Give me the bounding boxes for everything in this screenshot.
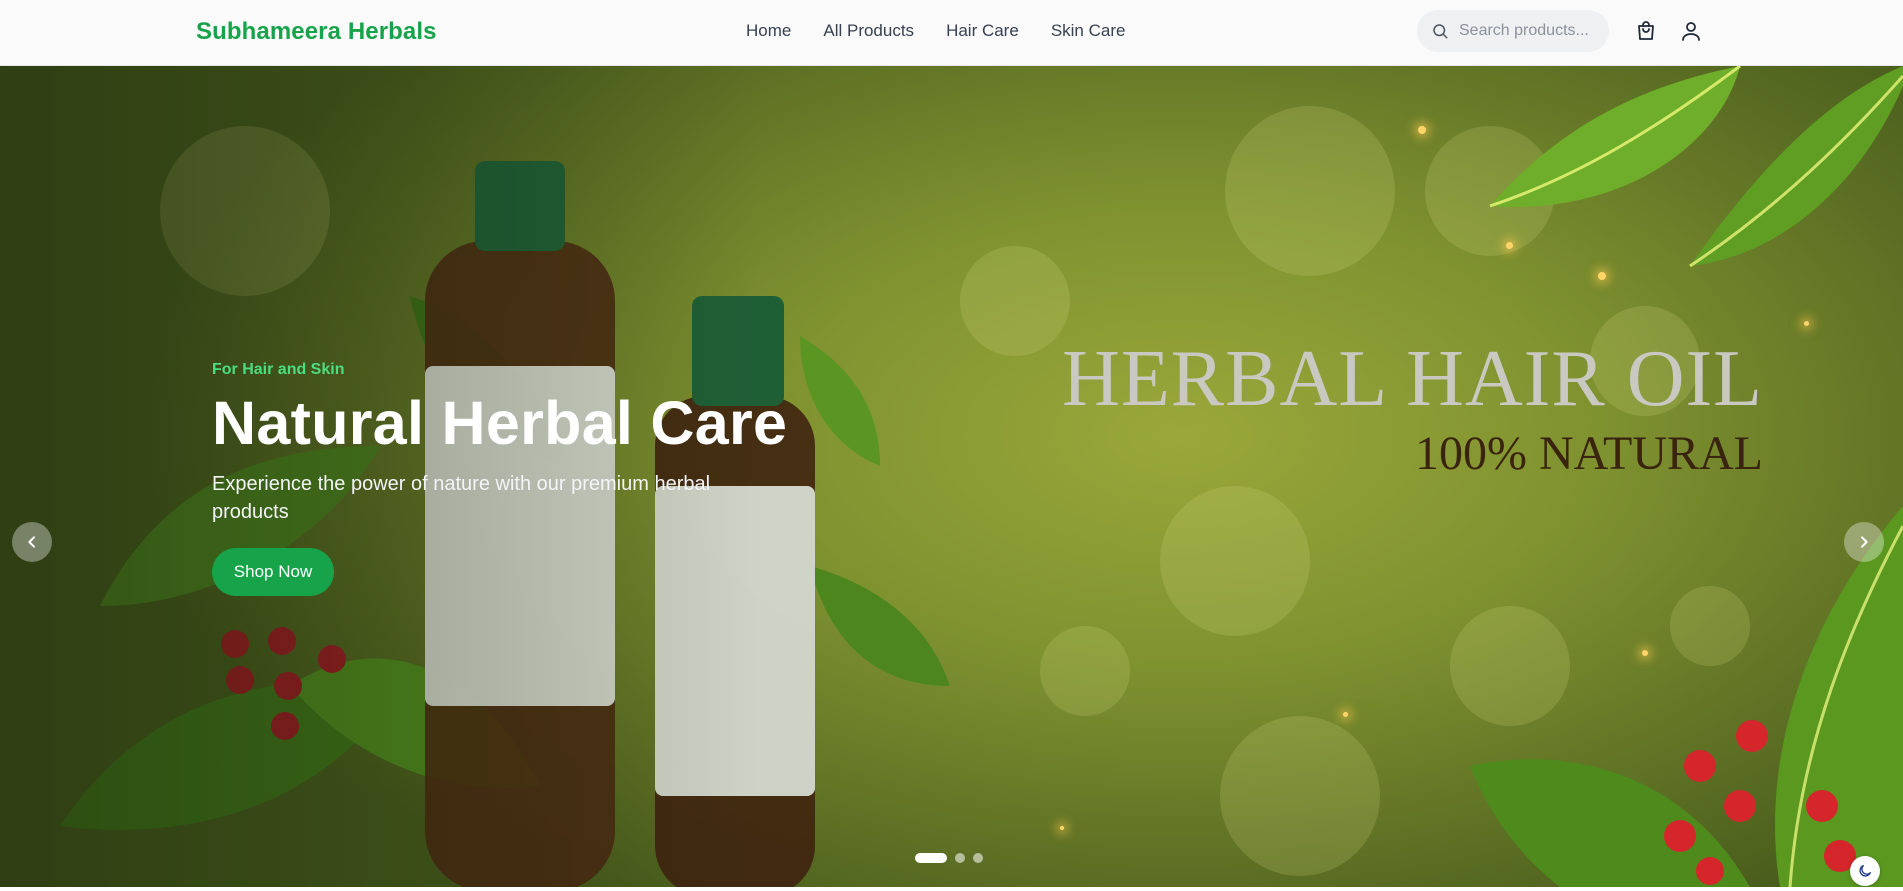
nav-item-hair-care[interactable]: Hair Care: [946, 21, 1019, 41]
hero-subtitle: Experience the power of nature with our …: [212, 473, 711, 523]
chevron-right-icon: [1861, 536, 1868, 548]
search-icon: [1433, 24, 1448, 39]
site-header: Subhameera Herbals Home All Products Hai…: [0, 0, 1903, 66]
carousel-dot[interactable]: [955, 853, 965, 863]
shop-now-button[interactable]: Shop Now: [212, 548, 334, 596]
chevron-left-icon: [28, 536, 35, 548]
brand-logo[interactable]: Subhameera Herbals: [196, 18, 437, 46]
theme-toggle-button[interactable]: [1850, 856, 1880, 886]
hero-kicker: For Hair and Skin: [212, 361, 345, 378]
carousel-dot[interactable]: [973, 853, 983, 863]
moon-icon: [1859, 865, 1871, 877]
search-box[interactable]: [1417, 10, 1609, 52]
nav-item-home[interactable]: Home: [746, 21, 791, 41]
carousel-prev-button[interactable]: [12, 522, 52, 562]
banner-tagline: 100% NATURAL: [1415, 427, 1763, 480]
carousel-dot[interactable]: [915, 853, 947, 863]
hero-title: Natural Herbal Care: [212, 389, 788, 457]
carousel-next-button[interactable]: [1844, 522, 1884, 562]
nav-item-skin-care[interactable]: Skin Care: [1051, 21, 1126, 41]
main-nav: Home All Products Hair Care Skin Care: [746, 21, 1125, 41]
banner-headline: HERBAL HAIR OIL: [1062, 335, 1763, 423]
search-input[interactable]: [1459, 22, 1599, 40]
user-icon[interactable]: [1679, 19, 1703, 43]
hero-carousel: For Hair and Skin Natural Herbal Care Ex…: [0, 66, 1903, 887]
shopping-bag-icon[interactable]: [1634, 19, 1658, 43]
carousel-indicators: [915, 853, 983, 863]
nav-item-all-products[interactable]: All Products: [823, 21, 914, 41]
